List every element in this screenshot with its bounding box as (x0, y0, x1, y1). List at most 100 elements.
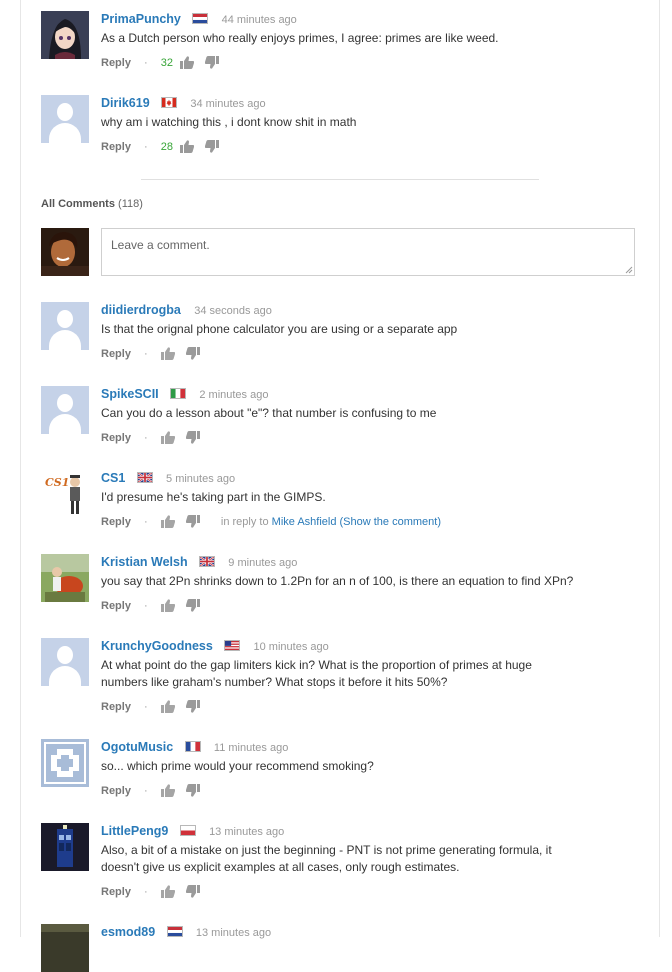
flag-it-icon (170, 388, 187, 399)
timestamp[interactable]: 44 minutes ago (222, 14, 297, 26)
thumbs-up-icon[interactable] (160, 515, 175, 528)
reply-button[interactable]: Reply (101, 600, 131, 612)
separator-dot: · (144, 141, 148, 153)
comment-text: so... which prime would your recommend s… (101, 759, 374, 773)
comment-text: Also, a bit of a mistake on just the beg… (101, 842, 652, 876)
thumbs-up-icon[interactable] (180, 56, 195, 69)
timestamp[interactable]: 5 minutes ago (166, 473, 235, 485)
comment-input-placeholder: Leave a comment. (111, 238, 210, 252)
reply-button[interactable]: Reply (101, 785, 131, 797)
comment-text-line-1: At what point do the gap limiters kick i… (101, 658, 532, 672)
thumbs-up-icon[interactable] (160, 885, 175, 898)
flag-us-icon (224, 640, 241, 651)
thumbs-up-icon[interactable] (160, 599, 175, 612)
author-name[interactable]: PrimaPunchy (101, 12, 181, 26)
author-name[interactable]: SpikeSCII (101, 387, 159, 401)
comment-input[interactable]: Leave a comment. (101, 228, 635, 276)
thumbs-up-icon[interactable] (160, 347, 175, 360)
default-avatar[interactable] (41, 638, 89, 686)
default-avatar[interactable] (41, 95, 89, 143)
thumbs-down-icon[interactable] (185, 700, 200, 713)
default-avatar[interactable] (41, 386, 89, 434)
thumbs-down-icon[interactable] (185, 431, 200, 444)
timestamp[interactable]: 13 minutes ago (196, 927, 271, 939)
timestamp[interactable]: 10 minutes ago (254, 641, 329, 653)
thumbs-up-icon[interactable] (160, 700, 175, 713)
reply-button[interactable]: Reply (101, 57, 131, 69)
author-name[interactable]: LittlePeng9 (101, 824, 168, 838)
author-name[interactable]: diidierdrogba (101, 303, 181, 317)
reply-button[interactable]: Reply (101, 141, 131, 153)
all-comments-count: (118) (118, 198, 143, 210)
reply-button[interactable]: Reply (101, 516, 131, 528)
separator-dot: · (144, 701, 148, 713)
avatar[interactable] (41, 924, 89, 972)
avatar[interactable] (41, 11, 89, 59)
reply-button[interactable]: Reply (101, 886, 131, 898)
timestamp[interactable]: 34 seconds ago (194, 305, 272, 317)
current-user-avatar (41, 228, 89, 276)
like-count: 28 (160, 141, 174, 153)
comment-text-line-2: doesn't give us explicit examples at all… (101, 860, 460, 874)
resize-handle-icon[interactable] (625, 266, 633, 274)
author-name[interactable]: Dirik619 (101, 96, 150, 110)
author-name[interactable]: OgotuMusic (101, 740, 173, 754)
reply-button[interactable]: Reply (101, 348, 131, 360)
reply-button[interactable]: Reply (101, 432, 131, 444)
comment-text: I'd presume he's taking part in the GIMP… (101, 490, 326, 504)
timestamp[interactable]: 11 minutes ago (214, 742, 288, 754)
avatar[interactable] (41, 823, 89, 871)
section-divider (141, 179, 539, 180)
flag-gb-icon (198, 556, 215, 567)
thumbs-down-icon[interactable] (185, 347, 200, 360)
thumbs-down-icon[interactable] (185, 515, 200, 528)
separator-dot: · (144, 516, 148, 528)
author-name[interactable]: Kristian Welsh (101, 555, 188, 569)
flag-ca-icon (161, 97, 177, 108)
timestamp[interactable]: 34 minutes ago (190, 98, 265, 110)
author-name[interactable]: CS1 (101, 471, 125, 485)
in-reply-to: in reply to Mike Ashfield (Show the comm… (221, 516, 441, 528)
thumbs-down-icon[interactable] (185, 784, 200, 797)
timestamp[interactable]: 9 minutes ago (228, 557, 297, 569)
separator-dot: · (144, 348, 148, 360)
avatar[interactable] (41, 739, 89, 787)
all-comments-heading: All Comments (118) (41, 198, 143, 210)
thumbs-down-icon[interactable] (205, 140, 220, 153)
avatar[interactable]: CS1 (41, 470, 89, 518)
show-parent-comment-link[interactable]: Mike Ashfield (Show the comment) (272, 516, 441, 528)
thumbs-down-icon[interactable] (185, 599, 200, 612)
flag-nl-icon (166, 926, 183, 937)
thumbs-down-icon[interactable] (185, 885, 200, 898)
comment-text: you say that 2Pn shrinks down to 1.2Pn f… (101, 574, 574, 588)
svg-text:CS1: CS1 (45, 476, 69, 489)
author-name[interactable]: KrunchyGoodness (101, 639, 213, 653)
thumbs-down-icon[interactable] (205, 56, 220, 69)
all-comments-label: All Comments (41, 198, 115, 210)
timestamp[interactable]: 13 minutes ago (209, 826, 284, 838)
comment-text: At what point do the gap limiters kick i… (101, 657, 652, 691)
separator-dot: · (144, 600, 148, 612)
timestamp[interactable]: 2 minutes ago (199, 389, 268, 401)
in-reply-prefix: in reply to (220, 516, 269, 528)
comment-text: Can you do a lesson about "e"? that numb… (101, 406, 437, 420)
frame-right-border (659, 0, 660, 937)
comment-text: As a Dutch person who really enjoys prim… (101, 31, 499, 45)
like-count: 32 (160, 57, 174, 69)
separator-dot: · (144, 432, 148, 444)
thumbs-up-icon[interactable] (160, 784, 175, 797)
frame-left-border (20, 0, 21, 937)
separator-dot: · (144, 785, 148, 797)
avatar[interactable] (41, 554, 89, 602)
comment-text: Is that the orignal phone calculator you… (101, 322, 458, 336)
separator-dot: · (144, 57, 148, 69)
comment-text: why am i watching this , i dont know shi… (101, 115, 357, 129)
default-avatar[interactable] (41, 302, 89, 350)
flag-gb-icon (136, 472, 153, 483)
thumbs-up-icon[interactable] (160, 431, 175, 444)
separator-dot: · (144, 886, 148, 898)
reply-button[interactable]: Reply (101, 701, 131, 713)
thumbs-up-icon[interactable] (180, 140, 195, 153)
flag-fr-icon (184, 741, 201, 752)
comment-text-line-1: Also, a bit of a mistake on just the beg… (101, 843, 552, 857)
